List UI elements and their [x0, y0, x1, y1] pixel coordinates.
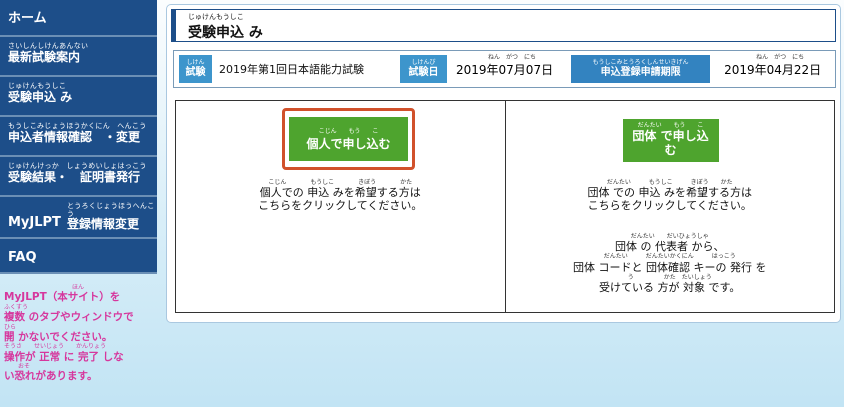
furigana: う かた たいしょう [627, 273, 712, 281]
apply-individual-button[interactable]: こじん もう こ 個人で申し込む [289, 117, 408, 161]
furigana: ふくすう [4, 303, 29, 311]
sidebar-item-home[interactable]: ホーム [0, 0, 157, 37]
deadline-date: ねん がつ にち 2019年04月22日 [724, 54, 822, 78]
group-option: だんたい もう こ 団体 で申し込 む だんたい もうしこ きぼう かた 団体 … [504, 101, 835, 312]
notice-line: い恐れがあります。 [4, 370, 98, 383]
furigana: もうしこみとうろくしんせいきげん [592, 59, 689, 67]
button-label: 個人で申し込む [306, 137, 391, 151]
sidebar: ホーム さいしんしけんあんない 最新試験案内 じゅけんもうしこ 受験申込 み も… [0, 0, 157, 274]
sidebar-item-latest-exam-info[interactable]: さいしんしけんあんない 最新試験案内 [0, 37, 157, 77]
notice-line: 操作が 正常 に 完了 しな [4, 350, 124, 363]
sidebar-item-label: 最新試験案内 [8, 49, 81, 64]
application-options: こじん もう こ 個人で申し込む こじん もうしこ きぼう かた 個人での 申込… [175, 100, 835, 313]
button-label-line2: む [664, 142, 677, 157]
page-title-text: 受験申込 み [188, 25, 263, 41]
deadline-value: 2019年04月22日 [724, 62, 822, 77]
furigana: しけんび [411, 59, 436, 67]
furigana: ひら [4, 323, 17, 331]
tab-warning-notice: ほん MyJLPT（本サイト）を ふくすう 複数 のタブやウィンドウで ひら 開… [4, 284, 162, 383]
note-line: 受けている 方が 対象 です。 [599, 280, 741, 294]
note-line: 団体 の 代表者 から、 [615, 240, 725, 254]
sidebar-item-label: 受験結果・ 証明書発行 [8, 169, 141, 184]
furigana: だんたい だんたいかくにん はっこう [603, 253, 736, 261]
furigana: しけん [186, 59, 205, 67]
exam-name: 2019年第1回日本語能力試験 [219, 63, 364, 76]
exam-date-tag: しけんび 試験日 [400, 55, 447, 83]
sidebar-item-sublabel: 登録情報変更 [66, 217, 139, 232]
description-line: 団体 での 申込 みを希望する方は [587, 186, 753, 200]
note-line: 団体 コードと 団体確認 キーの 発行 を [573, 260, 767, 274]
personal-option: こじん もう こ 個人で申し込む こじん もうしこ きぼう かた 個人での 申込… [176, 101, 505, 312]
sidebar-item-label: ホーム [8, 11, 47, 26]
sidebar-item-label: FAQ [8, 250, 37, 265]
sidebar-item-label: 申込者情報確認 ・変更 [8, 129, 141, 144]
sidebar-item-results[interactable]: じゅけんけっか しょうめいしょはっこう 受験結果・ 証明書発行 [0, 157, 157, 197]
description-line: こちらをクリックしてください。 [587, 199, 752, 213]
personal-description: こじん もうしこ きぼう かた 個人での 申込 みを希望する方は こちらをクリッ… [176, 179, 505, 213]
furigana: こじん もう こ [318, 128, 379, 135]
deadline-tag: もうしこみとうろくしんせいきげん 申込登録申請期限 [571, 55, 711, 83]
button-label: 団体 で申し込 [632, 129, 709, 144]
main-panel: じゅけんもうしこ 受験申込 み しけん 試験 2019年第1回日本語能力試験 し… [166, 4, 841, 323]
furigana: ねん がつ にち [756, 53, 805, 61]
sidebar-item-applicant-info[interactable]: もうしこみじょうほうかくにん へんこう 申込者情報確認 ・変更 [0, 117, 157, 157]
sidebar-item-faq[interactable]: FAQ [0, 239, 157, 274]
group-eligibility-note: だんたい だいひょうしゃ 団体 の 代表者 から、 だんたい だんたいかくにん … [506, 233, 835, 294]
exam-date: ねん がつ にち 2019年07月07日 [456, 54, 554, 78]
exam-info-row: しけん 試験 2019年第1回日本語能力試験 しけんび 試験日 ねん がつ にち… [173, 50, 836, 88]
notice-line: 開 かないでください。 [4, 330, 113, 343]
deadline-tag-label: 申込登録申請期限 [600, 66, 681, 78]
description-line: 個人での 申込 みを希望する方は [259, 186, 421, 200]
sidebar-item-myjlpt[interactable]: MyJLPT とうろくじょうほうへんこう 登録情報変更 [0, 197, 157, 239]
notice-line: 複数 のタブやウィンドウで [4, 310, 134, 323]
furigana: ねん がつ にち [488, 53, 537, 61]
furigana: そうさ せいじょう かんりょう [4, 343, 107, 351]
exam-date-value: 2019年07月07日 [456, 62, 554, 77]
group-description: だんたい もうしこ きぼう かた 団体 での 申込 みを希望する方は こちらをク… [506, 179, 835, 213]
exam-tag: しけん 試験 [179, 55, 212, 83]
page-title: じゅけんもうしこ 受験申込 み [171, 9, 836, 42]
notice-line: MyJLPT（本サイト）を [4, 291, 121, 304]
furigana: じゅけんもうしこ [188, 13, 244, 21]
exam-tag-label: 試験 [185, 66, 206, 78]
sidebar-item-label: MyJLPT [8, 215, 61, 231]
exam-date-tag-label: 試験日 [408, 66, 439, 78]
apply-group-button[interactable]: だんたい もう こ 団体 で申し込 む [622, 119, 719, 162]
sidebar-item-label: 受験申込 み [8, 89, 73, 104]
description-line: こちらをクリックしてください。 [258, 199, 423, 213]
sidebar-item-apply[interactable]: じゅけんもうしこ 受験申込 み [0, 77, 157, 117]
